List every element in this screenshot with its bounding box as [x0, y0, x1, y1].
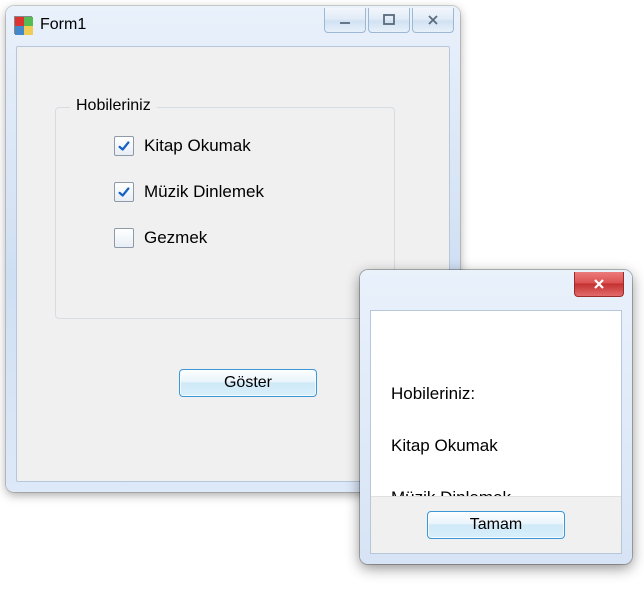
window-title: Form1: [40, 16, 86, 34]
maximize-icon: [381, 12, 397, 28]
checkbox-label: Kitap Okumak: [144, 136, 251, 156]
hobby-row-muzik[interactable]: Müzik Dinlemek: [114, 182, 264, 202]
close-button[interactable]: [412, 8, 454, 33]
messagebox-body: Hobileriniz: Kitap Okumak Müzik Dinlemek…: [370, 310, 622, 554]
checkbox-label: Gezmek: [144, 228, 207, 248]
minimize-button[interactable]: [324, 8, 366, 33]
messagebox-titlebar[interactable]: [360, 270, 632, 308]
ok-button[interactable]: Tamam: [427, 511, 565, 539]
checkbox-gezmek[interactable]: [114, 228, 134, 248]
checkbox-kitap[interactable]: [114, 136, 134, 156]
checkbox-label: Müzik Dinlemek: [144, 182, 264, 202]
show-button[interactable]: Göster: [179, 369, 317, 397]
maximize-button[interactable]: [368, 8, 410, 33]
hobby-row-gezmek[interactable]: Gezmek: [114, 228, 207, 248]
minimize-icon: [337, 12, 353, 28]
app-icon: [14, 16, 32, 34]
titlebar[interactable]: Form1: [6, 6, 460, 44]
messagebox-line: Kitap Okumak: [391, 433, 511, 459]
caption-buttons: [322, 8, 454, 33]
check-icon: [117, 185, 131, 199]
hobbies-groupbox: Hobileriniz Kitap Okumak Müzik Dinlemek …: [55, 107, 395, 319]
messagebox-close-button[interactable]: [574, 272, 624, 297]
close-icon: [591, 276, 607, 292]
hobby-row-kitap[interactable]: Kitap Okumak: [114, 136, 251, 156]
messagebox-line: Hobileriniz:: [391, 381, 511, 407]
groupbox-legend: Hobileriniz: [70, 97, 157, 115]
check-icon: [117, 139, 131, 153]
message-box: Hobileriniz: Kitap Okumak Müzik Dinlemek…: [360, 270, 632, 564]
close-icon: [425, 12, 441, 28]
checkbox-muzik[interactable]: [114, 182, 134, 202]
messagebox-footer: Tamam: [371, 496, 621, 553]
